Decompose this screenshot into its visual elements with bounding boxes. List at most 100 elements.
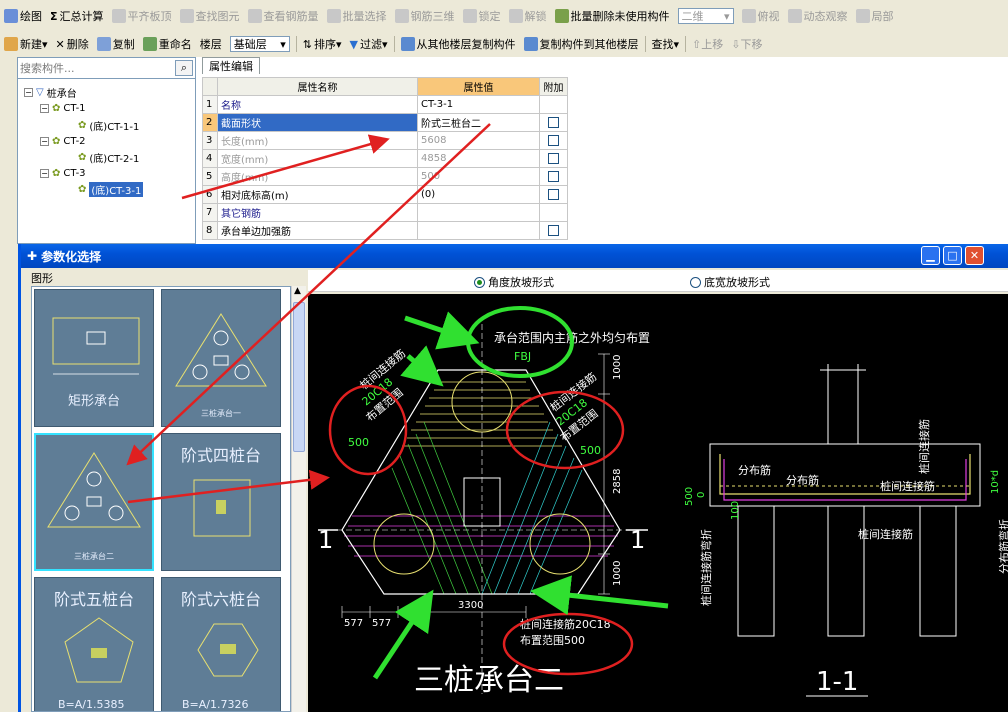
top-view-icon (741, 9, 756, 23)
tree-node-ct1[interactable]: − ✿ CT-1 (40, 101, 86, 115)
rename-button[interactable]: 重命名 (139, 34, 196, 54)
thumb-five-pile[interactable]: 阶式五桩台 (34, 577, 154, 711)
orbit-icon (787, 9, 802, 23)
find-element-button[interactable]: 查找图元 (176, 6, 244, 26)
property-value[interactable] (417, 203, 540, 222)
five-pile-formula: B=A/1.5385 (58, 698, 125, 711)
view-mode-select[interactable]: 二维 ▾ (674, 6, 738, 26)
rebar-3d-button[interactable]: 钢筋三维 (391, 6, 459, 26)
tree-node-root[interactable]: − ▽ 桩承台 (24, 85, 77, 100)
table-row[interactable]: 4 宽度(mm) 4858 (202, 149, 568, 168)
extra-checkbox[interactable] (548, 171, 559, 182)
fbj-label: FBJ (514, 350, 531, 363)
extra-checkbox[interactable] (548, 117, 559, 128)
tree-node-ct2-1[interactable]: ✿ (底)CT-2-1 (78, 150, 139, 165)
sec-label-6: 分布筋弯折 (997, 519, 1008, 574)
copy-button[interactable]: 复制 (93, 34, 139, 54)
find-button[interactable]: 查找 ▾ (648, 34, 684, 54)
delete-button[interactable]: ✕ 删除 (52, 34, 93, 54)
copy-from-floor-button[interactable]: 从其他楼层复制构件 (397, 34, 520, 54)
flat-top-button[interactable]: 平齐板顶 (108, 6, 176, 26)
top-view-button[interactable]: 俯视 (738, 6, 784, 26)
param-select-dialog: ✚ 参数化选择 ▁ □ ✕ 图形 矩形承台 三桩承台一 三桩承台二 阶式四桩台 (18, 244, 1008, 712)
table-row[interactable]: 8 承台单边加强筋 (202, 221, 568, 240)
scroll-thumb[interactable] (293, 302, 305, 452)
note-top: 承台范围内主筋之外均匀布置 (494, 330, 650, 345)
tab-property-edit[interactable]: 属性编辑 (202, 57, 260, 74)
table-row[interactable]: 7 其它钢筋 (202, 203, 568, 222)
minimize-button[interactable]: ▁ (921, 246, 940, 265)
sort-button[interactable]: ⇅ 排序 ▾ (299, 34, 346, 54)
tree-node-ct3[interactable]: − ✿ CT-3 (40, 166, 86, 180)
scroll-up-icon[interactable]: ▲ (294, 286, 301, 296)
thumb-six-pile[interactable]: 阶式六桩台 (161, 577, 281, 711)
property-value[interactable]: CT-3-1 (417, 95, 540, 114)
extra-checkbox[interactable] (548, 153, 559, 164)
filter-button[interactable]: ▼ 过滤 ▾ (346, 34, 392, 54)
property-table: 属性名称 属性值 附加 1 名称 CT-3-1 2 截面形状 阶式三桩台二 3 长度(mm… (202, 77, 568, 240)
table-row[interactable]: 2 截面形状 阶式三桩台二 (202, 113, 568, 132)
table-row[interactable]: 6 相对底标高(m) (0) (202, 185, 568, 204)
close-button[interactable]: ✕ (965, 246, 984, 265)
unlock-button[interactable]: 解锁 (505, 6, 551, 26)
copy-to-floor-button[interactable]: 复制构件到其他楼层 (520, 34, 643, 54)
copy-icon (96, 37, 111, 51)
batch-delete-button[interactable]: 批量删除未使用构件 (551, 6, 674, 26)
property-value[interactable] (417, 221, 540, 240)
extra-checkbox[interactable] (548, 189, 559, 200)
sec-dim-3: 100 (730, 501, 741, 520)
radio-width-slope[interactable]: 底宽放坡形式 (690, 274, 770, 290)
maximize-button[interactable]: □ (943, 246, 962, 265)
lock-button[interactable]: 锁定 (459, 6, 505, 26)
arrow-up-icon: ⇧ (692, 37, 702, 51)
header-name: 属性名称 (217, 77, 418, 96)
property-value[interactable]: 5608 (417, 131, 540, 150)
calc-button[interactable]: Σ 汇总计算 (46, 6, 108, 26)
property-value[interactable]: (0) (417, 185, 540, 204)
tree-node-ct2[interactable]: − ✿ CT-2 (40, 134, 86, 148)
sec-dim-2: 0 (696, 492, 707, 498)
dynamic-view-button[interactable]: 动态观察 (784, 6, 852, 26)
collapse-icon[interactable]: − (40, 136, 49, 146)
copy-from-icon (400, 37, 415, 51)
table-row[interactable]: 5 高度(mm) 500 (202, 167, 568, 186)
app-icon: ✚ (27, 249, 38, 263)
sec-label-4: 桩间连接筋 (858, 527, 913, 541)
extra-checkbox[interactable] (548, 135, 559, 146)
floor-select[interactable]: 基础层 ▾ (226, 34, 294, 54)
table-row[interactable]: 3 长度(mm) 5608 (202, 131, 568, 150)
collapse-icon[interactable]: − (40, 168, 49, 178)
thumbnail-scrollbar[interactable]: ▲ (291, 286, 306, 712)
tree-node-ct3-1[interactable]: ✿ (底)CT-3-1 (78, 181, 144, 197)
search-input[interactable]: 搜索构件... ⌕ (18, 58, 195, 79)
search-icon[interactable]: ⌕ (175, 60, 193, 76)
move-down-button[interactable]: ⇩ 下移 (727, 34, 766, 54)
chevron-down-icon: ▾ (42, 37, 48, 51)
table-row[interactable]: 1 名称 CT-3-1 (202, 95, 568, 114)
property-value[interactable]: 阶式三桩台二 (417, 113, 540, 132)
extra-checkbox[interactable] (548, 225, 559, 236)
batch-select-button[interactable]: 批量选择 (323, 6, 391, 26)
property-value[interactable]: 500 (417, 167, 540, 186)
view-rebar-button[interactable]: 查看钢筋量 (244, 6, 323, 26)
thumb-three-pile-2[interactable]: 三桩承台二 (34, 433, 154, 571)
sigma-icon: Σ (50, 9, 58, 23)
radio-angle-slope[interactable]: 角度放坡形式 (474, 274, 554, 290)
move-up-button[interactable]: ⇧ 上移 (688, 34, 727, 54)
thumb-four-pile[interactable]: 阶式四桩台 (161, 433, 281, 571)
collapse-icon[interactable]: − (40, 103, 49, 113)
tree-node-ct1-1[interactable]: ✿ (底)CT-1-1 (78, 118, 139, 133)
collapse-icon[interactable]: − (24, 87, 33, 97)
draw-button[interactable]: 绘图 (0, 6, 46, 26)
local-view-button[interactable]: 局部 (852, 6, 898, 26)
component-toolbar: 新建 ▾ ✕ 删除 复制 重命名 楼层 基础层 ▾ ⇅ 排序 ▾ ▼ 过滤 ▾ 从其他楼层复制… (0, 32, 1008, 56)
gear-icon: ✿ (52, 102, 61, 114)
sec-label-1: 分布筋 (738, 463, 771, 477)
property-value[interactable]: 4858 (417, 149, 540, 168)
thumb-rect-cap[interactable]: 矩形承台 (34, 289, 154, 427)
filter-icon: ▼ (349, 37, 358, 51)
thumb-three-pile-1[interactable]: 三桩承台一 (161, 289, 281, 427)
new-button[interactable]: 新建 ▾ (0, 34, 52, 54)
gear-icon: ✿ (78, 183, 87, 195)
sort-icon: ⇅ (302, 37, 312, 51)
